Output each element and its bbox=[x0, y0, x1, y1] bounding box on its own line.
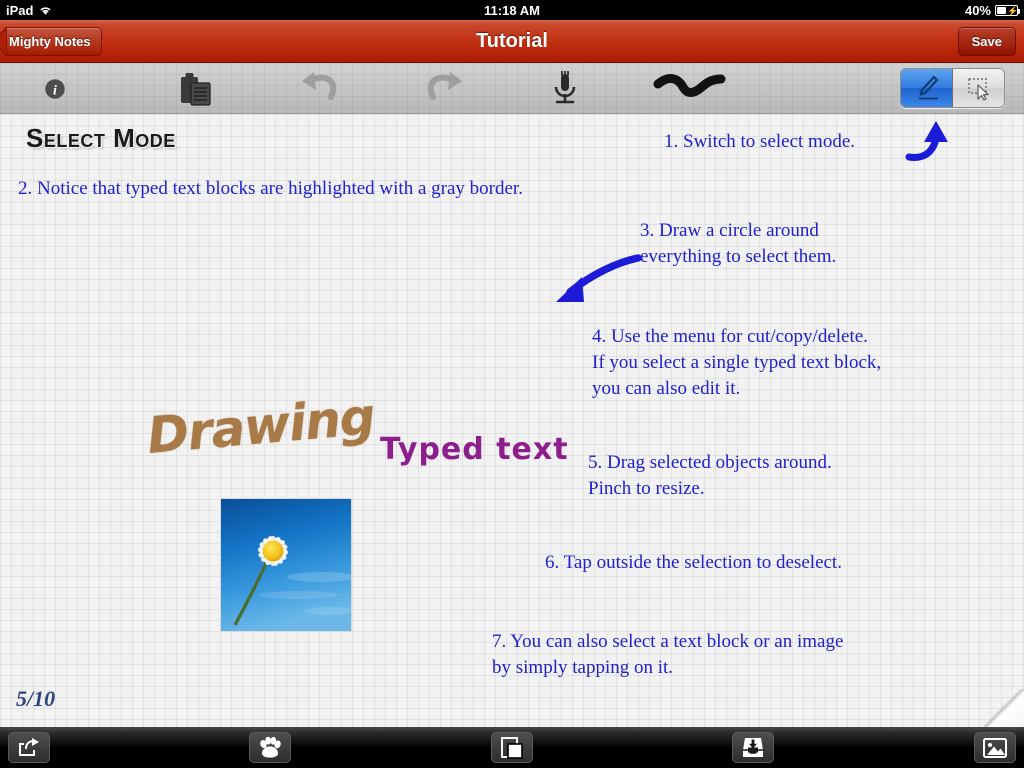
info-icon: i bbox=[44, 78, 66, 100]
instruction-step-5: 5. Drag selected objects around. Pinch t… bbox=[588, 452, 832, 499]
instruction-step-2: 2. Notice that typed text blocks are hig… bbox=[18, 178, 523, 199]
instruction-step-6: 6. Tap outside the selection to deselect… bbox=[545, 552, 842, 573]
stickers-button[interactable] bbox=[249, 732, 291, 763]
redo-icon bbox=[422, 71, 466, 107]
handwritten-drawing-label[interactable]: Drawing bbox=[145, 387, 377, 465]
share-button[interactable] bbox=[8, 732, 50, 763]
instruction-step-3: 3. Draw a circle around everything to se… bbox=[640, 220, 837, 267]
instruction-step-1: 1. Switch to select mode. bbox=[664, 131, 856, 152]
arrow-down-left-to-canvas bbox=[556, 254, 642, 302]
mode-segmented-control[interactable] bbox=[900, 68, 1005, 108]
pages-button[interactable] bbox=[491, 732, 533, 763]
typed-text-block[interactable]: Typed text bbox=[380, 427, 569, 473]
svg-text:i: i bbox=[53, 83, 57, 98]
undo-icon bbox=[298, 71, 342, 107]
page-curl-corner[interactable] bbox=[984, 689, 1024, 727]
marquee-select-icon bbox=[965, 74, 993, 102]
segment-pen-draw[interactable] bbox=[901, 69, 953, 107]
undo-button[interactable] bbox=[289, 63, 351, 114]
chevron-left-icon bbox=[0, 27, 7, 56]
status-bar-right: 40% ⚡ bbox=[964, 2, 1020, 18]
record-audio-button[interactable] bbox=[534, 63, 596, 114]
daisy-illustration bbox=[221, 499, 351, 631]
paste-button[interactable] bbox=[165, 63, 227, 114]
inbox-icon bbox=[742, 737, 764, 758]
save-button[interactable]: Save bbox=[957, 27, 1016, 56]
battery-charging-icon: ⚡ bbox=[995, 4, 1020, 16]
segment-marquee-select[interactable] bbox=[953, 69, 1004, 107]
navigation-bar: Mighty Notes Tutorial Save bbox=[0, 20, 1024, 63]
battery-percent-label: 40% bbox=[964, 2, 991, 18]
import-button[interactable] bbox=[732, 732, 774, 763]
back-button-mighty-notes[interactable]: Mighty Notes bbox=[0, 27, 102, 56]
back-button-label: Mighty Notes bbox=[9, 34, 91, 49]
save-button-label: Save bbox=[971, 34, 1002, 49]
note-canvas[interactable]: Select Mode 1. Switch to select mode. 2.… bbox=[0, 114, 1024, 727]
editor-toolbar: i bbox=[0, 63, 1024, 114]
bottom-toolbar bbox=[0, 727, 1024, 768]
status-bar-clock: 11:18 AM bbox=[484, 2, 540, 18]
pages-icon bbox=[501, 736, 523, 759]
pen-icon bbox=[914, 74, 940, 102]
instruction-step-7: 7. You can also select a text block or a… bbox=[492, 631, 844, 678]
microphone-icon bbox=[550, 70, 580, 107]
daisy-flower-photo[interactable] bbox=[220, 498, 352, 632]
paste-icon bbox=[179, 71, 213, 107]
info-button[interactable]: i bbox=[24, 63, 86, 114]
status-bar: iPad 11:18 AM 40% ⚡ bbox=[0, 0, 1024, 20]
note-heading: Select Mode bbox=[26, 123, 176, 153]
insert-image-button[interactable] bbox=[974, 732, 1016, 763]
paw-icon bbox=[259, 737, 281, 758]
ink-stroke-button[interactable] bbox=[653, 63, 726, 114]
photo-icon bbox=[983, 737, 1007, 758]
page-number-indicator: 5/10 bbox=[16, 686, 56, 711]
page-title-tutorial: Tutorial bbox=[476, 29, 548, 52]
instruction-step-4: 4. Use the menu for cut/copy/delete. If … bbox=[592, 326, 882, 399]
share-icon bbox=[18, 738, 40, 757]
arrow-up-right-to-toolbar bbox=[905, 121, 948, 161]
redo-button[interactable] bbox=[413, 63, 475, 114]
scribble-icon bbox=[651, 70, 729, 108]
